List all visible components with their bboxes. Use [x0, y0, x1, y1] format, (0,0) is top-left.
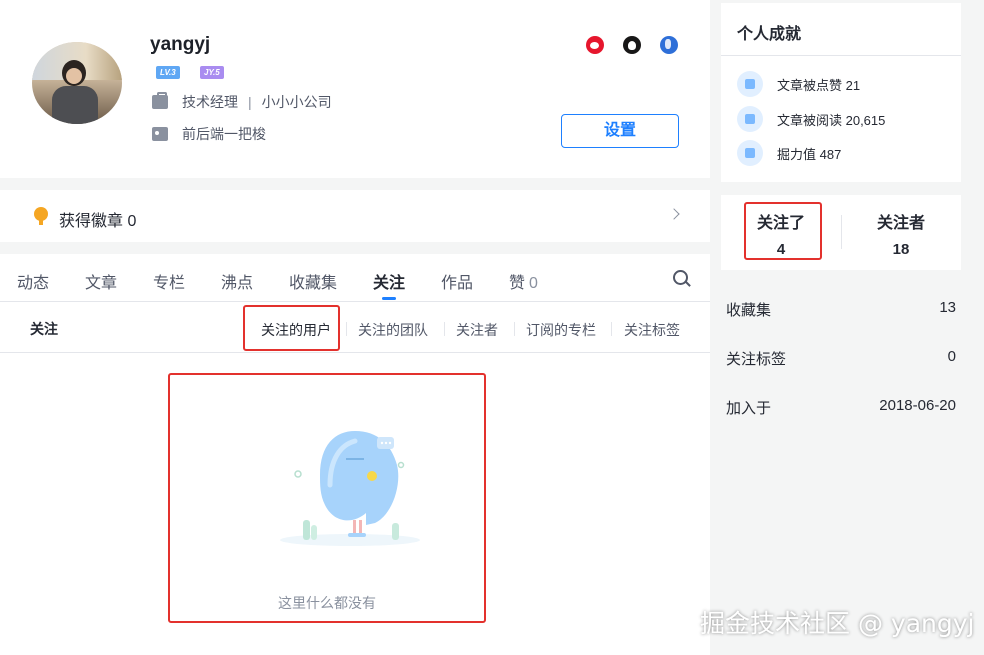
website-icon[interactable]	[660, 36, 678, 54]
jy-badge[interactable]: JY.5	[200, 66, 224, 79]
tab-likes-count: 0	[529, 275, 538, 292]
highlight-box-subtab	[243, 305, 340, 351]
achievements-card: 个人成就 文章被点赞 21 文章被阅读 20,615 掘力值 487	[721, 3, 961, 182]
bio-text: 前后端一把梭	[182, 126, 266, 142]
stat-followed-tags-label: 关注标签	[726, 351, 787, 368]
achievements-title: 个人成就	[737, 26, 802, 43]
follow-stats-card: 关注了 4 关注者 18	[721, 195, 961, 270]
followers-label: 关注者	[876, 215, 925, 232]
subtab-subscribed-columns[interactable]: 订阅的专栏	[526, 320, 596, 340]
subtab-divider	[514, 322, 515, 336]
stat-joined: 加入于 2018-06-20	[726, 397, 956, 418]
subtab-divider	[444, 322, 445, 336]
github-icon[interactable]	[623, 36, 641, 54]
main-panel: 动态 文章 专栏 沸点 收藏集 关注 作品 赞0 关注 关注的用户 关注的团队 …	[0, 254, 710, 655]
watermark: 掘金技术社区 @ yangyj	[700, 609, 975, 638]
avatar[interactable]	[32, 42, 122, 124]
achievement-power: 掘力值 487	[737, 140, 841, 166]
job-separator: |	[248, 94, 252, 110]
achievement-likes-label: 文章被点赞 21	[777, 77, 861, 93]
tab-likes-label: 赞	[509, 275, 526, 292]
settings-button[interactable]: 设置	[561, 114, 679, 148]
follow-subbar: 关注 关注的用户 关注的团队 关注者 订阅的专栏 关注标签	[0, 303, 710, 353]
achievement-power-label: 掘力值 487	[777, 146, 842, 162]
followers-count: 18	[892, 241, 910, 258]
badges-bar[interactable]: 获得徽章 0	[0, 190, 710, 242]
subtab-divider	[611, 322, 612, 336]
medal-icon	[34, 207, 48, 225]
achievement-likes: 文章被点赞 21	[737, 71, 860, 97]
tab-works[interactable]: 作品	[441, 269, 473, 293]
achievement-reads-label: 文章被阅读 20,615	[777, 112, 886, 128]
tab-following[interactable]: 关注	[373, 269, 405, 300]
id-card-icon	[152, 127, 168, 141]
thumbs-up-icon	[737, 71, 763, 97]
highlight-box-empty	[168, 373, 486, 623]
company-name: 小小小公司	[261, 94, 332, 110]
briefcase-icon	[152, 92, 168, 109]
subtab-followers[interactable]: 关注者	[456, 320, 498, 340]
subtab-divider	[346, 322, 347, 336]
trend-icon	[737, 140, 763, 166]
subtab-followed-tags[interactable]: 关注标签	[624, 320, 680, 340]
follow-divider	[841, 215, 842, 249]
tab-activity[interactable]: 动态	[17, 269, 49, 293]
stat-collections-value: 13	[939, 299, 956, 316]
follow-section-title: 关注	[30, 321, 58, 337]
profile-tabs: 动态 文章 专栏 沸点 收藏集 关注 作品 赞0	[0, 254, 710, 302]
weibo-icon[interactable]	[586, 36, 604, 54]
search-icon[interactable]	[673, 270, 688, 285]
level-badge[interactable]: LV.3	[156, 66, 180, 79]
stat-collections-label: 收藏集	[726, 302, 772, 319]
stat-joined-value: 2018-06-20	[879, 397, 956, 414]
username: yangyj	[150, 34, 211, 55]
achievement-reads: 文章被阅读 20,615	[737, 106, 885, 132]
bio-info: 前后端一把梭	[152, 124, 266, 144]
badges-label: 获得徽章 0	[59, 213, 137, 230]
chevron-right-icon	[668, 208, 680, 220]
tab-columns[interactable]: 专栏	[153, 269, 185, 293]
tab-collections[interactable]: 收藏集	[289, 269, 337, 293]
job-info: 技术经理 | 小小小公司	[152, 92, 332, 112]
achievements-divider	[721, 55, 961, 56]
stat-joined-label: 加入于	[726, 400, 772, 417]
highlight-box-following	[744, 202, 822, 260]
followers-block[interactable]: 关注者 18	[856, 209, 946, 258]
tab-pins[interactable]: 沸点	[221, 269, 253, 293]
stat-followed-tags[interactable]: 关注标签 0	[726, 348, 956, 369]
stat-collections[interactable]: 收藏集 13	[726, 299, 956, 320]
tab-likes[interactable]: 赞0	[509, 269, 538, 293]
profile-card: yangyj LV.3 JY.5 技术经理 | 小小小公司 前后端一把梭 设置	[0, 0, 710, 178]
job-title: 技术经理	[182, 94, 238, 110]
stat-followed-tags-value: 0	[947, 348, 956, 365]
subtab-followed-teams[interactable]: 关注的团队	[358, 320, 428, 340]
tab-articles[interactable]: 文章	[85, 269, 117, 293]
eye-icon	[737, 106, 763, 132]
